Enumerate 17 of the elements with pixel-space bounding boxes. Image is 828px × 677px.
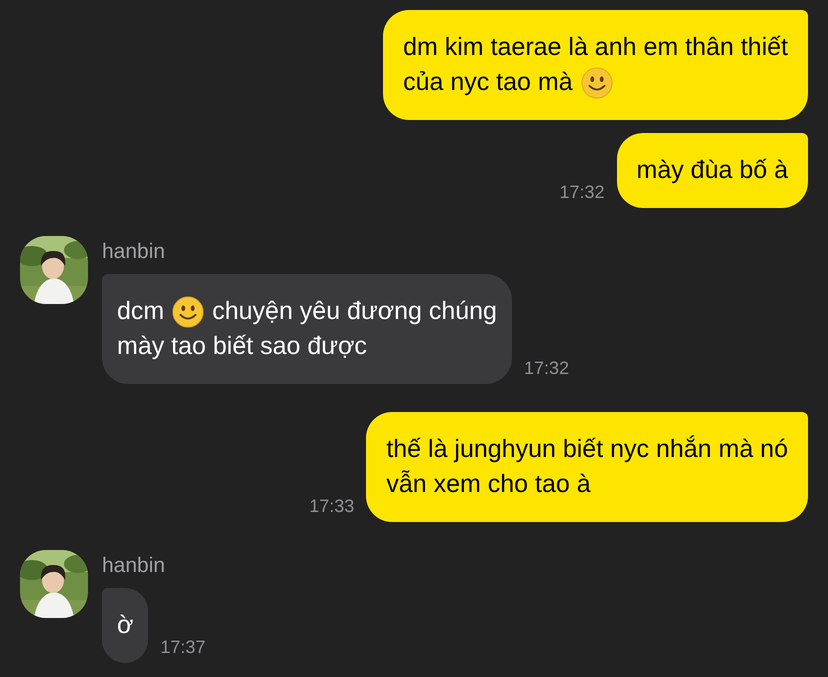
sender-name: hanbin (102, 239, 166, 265)
message-text: vẫn xem cho tao à (386, 469, 591, 500)
message-text: dcm (117, 296, 164, 327)
message-time: 17:37 (160, 636, 206, 659)
message-time: 17:32 (524, 357, 569, 380)
message-text: mày đùa bố à (636, 155, 788, 186)
message-text: ờ (117, 610, 134, 641)
message-time: 17:32 (559, 181, 604, 204)
sender-name: hanbin (102, 553, 166, 579)
smiley-icon (172, 296, 204, 328)
message-text: mày tao biết sao được (117, 331, 367, 362)
message-text: chuyện yêu đương chúng (212, 296, 497, 327)
message-text: thế là junghyun biết nyc nhắn mà nó (386, 434, 788, 465)
smiley-icon (580, 66, 613, 98)
message-text: dm kim taerae là anh em thân thiết (403, 32, 788, 63)
message-time: 17:33 (309, 495, 354, 518)
message-text: của nyc tao mà (403, 67, 573, 98)
